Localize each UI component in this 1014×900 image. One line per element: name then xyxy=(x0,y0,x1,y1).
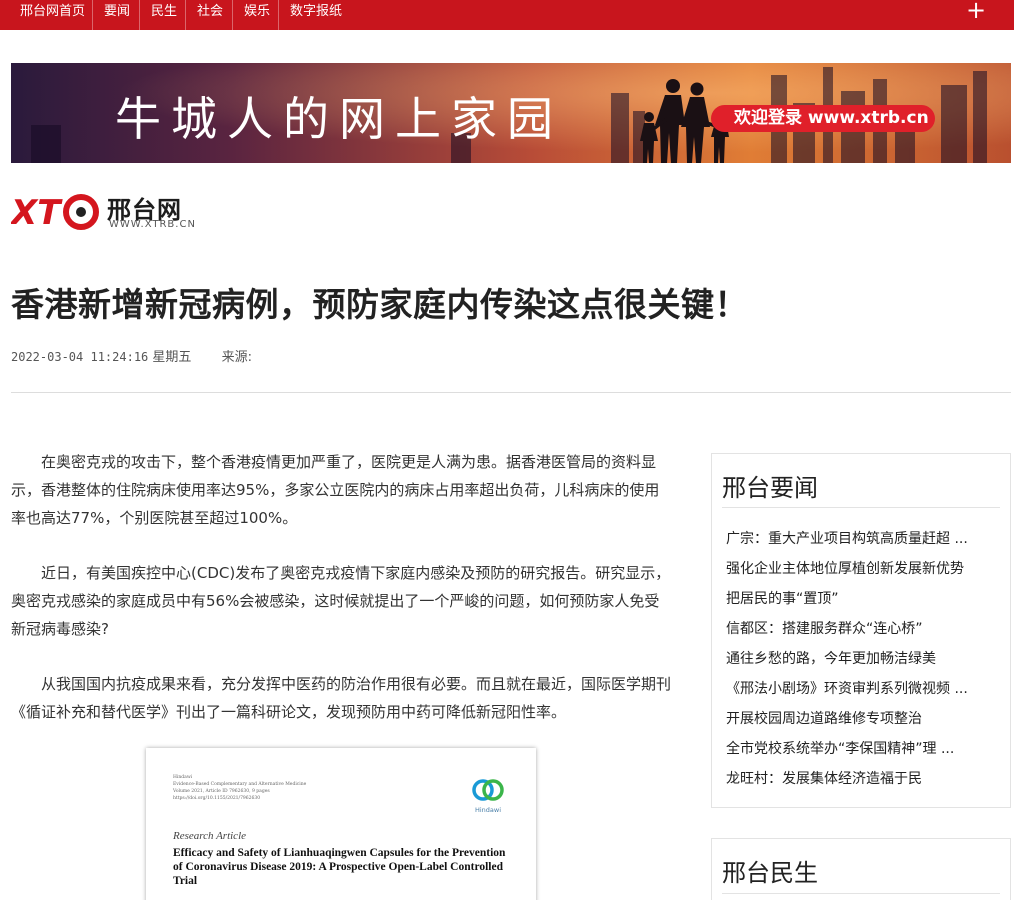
svg-text:XT: XT xyxy=(11,193,63,232)
nav-divider xyxy=(232,0,233,30)
top-nav-bar: 邢台网首页 要闻 民生 社会 娱乐 数字报纸 + xyxy=(0,0,1014,30)
list-item[interactable]: 把居民的事“置顶” xyxy=(726,584,986,614)
paper-header-text: Hindawi Evidence-Based Complementary and… xyxy=(173,775,307,801)
nav-divider xyxy=(185,0,186,30)
nav-divider xyxy=(278,0,279,30)
list-item[interactable]: 全市党校系统举办“李保国精神”理 ... xyxy=(726,734,986,764)
list-item[interactable]: 龙旺村：发展集体经济造福于民 xyxy=(726,764,986,794)
nav-item-livelihood[interactable]: 民生 xyxy=(151,0,177,30)
paper-type-label: Research Article xyxy=(173,830,247,842)
logo-url: WWW.XTRB.CN xyxy=(109,219,196,230)
sidebar-news-list: 广宗：重大产业项目构筑高质量赶超 ... 强化企业主体地位厚植创新发展新优势 把… xyxy=(726,524,986,794)
nav-item-news[interactable]: 要闻 xyxy=(104,0,130,30)
list-item[interactable]: 通往乡愁的路，今年更加畅洁绿美 xyxy=(726,644,986,674)
nav-item-home[interactable]: 邢台网首页 xyxy=(20,0,85,30)
publisher-name: Hindawi xyxy=(475,806,501,814)
list-item[interactable]: 强化企业主体地位厚植创新发展新优势 xyxy=(726,554,986,584)
sidebar-news-box: 邢台要闻 广宗：重大产业项目构筑高质量赶超 ... 强化企业主体地位厚植创新发展… xyxy=(711,453,1011,808)
list-item[interactable]: 信都区：搭建服务群众“连心桥” xyxy=(726,614,986,644)
article-image: Hindawi Evidence-Based Complementary and… xyxy=(146,748,536,900)
divider xyxy=(722,893,1000,894)
article-meta: 2022-03-04 11:24:16 星期五 来源: xyxy=(11,346,252,365)
article-datetime: 2022-03-04 11:24:16 xyxy=(11,350,149,364)
nav-divider xyxy=(92,0,93,30)
divider xyxy=(722,507,1000,508)
sidebar-livelihood-heading[interactable]: 邢台民生 xyxy=(722,853,818,888)
article-body: 在奥密克戎的攻击下，整个香港疫情更加严重了，医院更是人满为患。据香港医管局的资料… xyxy=(11,448,671,753)
list-item[interactable]: 广宗：重大产业项目构筑高质量赶超 ... xyxy=(726,524,986,554)
article-weekday: 星期五 xyxy=(152,350,192,365)
nav-divider xyxy=(139,0,140,30)
site-logo[interactable]: XT 邢台网 WWW.XTRB.CN xyxy=(11,190,195,235)
login-cta-button[interactable]: 欢迎登录 www.xtrb.cn xyxy=(711,105,935,132)
article-paragraph: 在奥密克戎的攻击下，整个香港疫情更加严重了，医院更是人满为患。据香港医管局的资料… xyxy=(11,453,660,527)
sidebar-livelihood-box: 邢台民生 xyxy=(711,838,1011,900)
article-paragraph: 从我国国内抗疫成果来看，充分发挥中医药的防治作用很有必要。而且就在最近，国际医学… xyxy=(11,675,672,721)
article-title: 香港新增新冠病例，预防家庭内传染这点很关键！ xyxy=(11,285,748,324)
list-item[interactable]: 《邢法小剧场》环资审判系列微视频 ... xyxy=(726,674,986,704)
nav-item-society[interactable]: 社会 xyxy=(197,0,223,30)
article-paragraph: 近日，有美国疾控中心(CDC)发布了奥密克戎疫情下家庭内感染及预防的研究报告。研… xyxy=(11,564,671,638)
article-source-label: 来源: xyxy=(221,350,252,365)
list-item[interactable]: 开展校园周边道路维修专项整治 xyxy=(726,704,986,734)
nav-item-digital-paper[interactable]: 数字报纸 xyxy=(290,0,342,30)
hindawi-logo-icon: Hindawi xyxy=(472,779,504,814)
plus-icon[interactable]: + xyxy=(966,0,986,24)
divider xyxy=(11,392,1011,393)
banner-slogan: 牛城人的网上家园 xyxy=(115,92,563,146)
sidebar-news-heading[interactable]: 邢台要闻 xyxy=(722,468,818,503)
xtb-logo-icon: XT xyxy=(11,193,99,232)
paper-title: Efficacy and Safety of Lianhuaqingwen Ca… xyxy=(173,847,506,887)
nav-item-entertainment[interactable]: 娱乐 xyxy=(244,0,270,30)
header-banner: 牛城人的网上家园 欢迎登录 www.xtrb.cn xyxy=(11,63,1011,163)
